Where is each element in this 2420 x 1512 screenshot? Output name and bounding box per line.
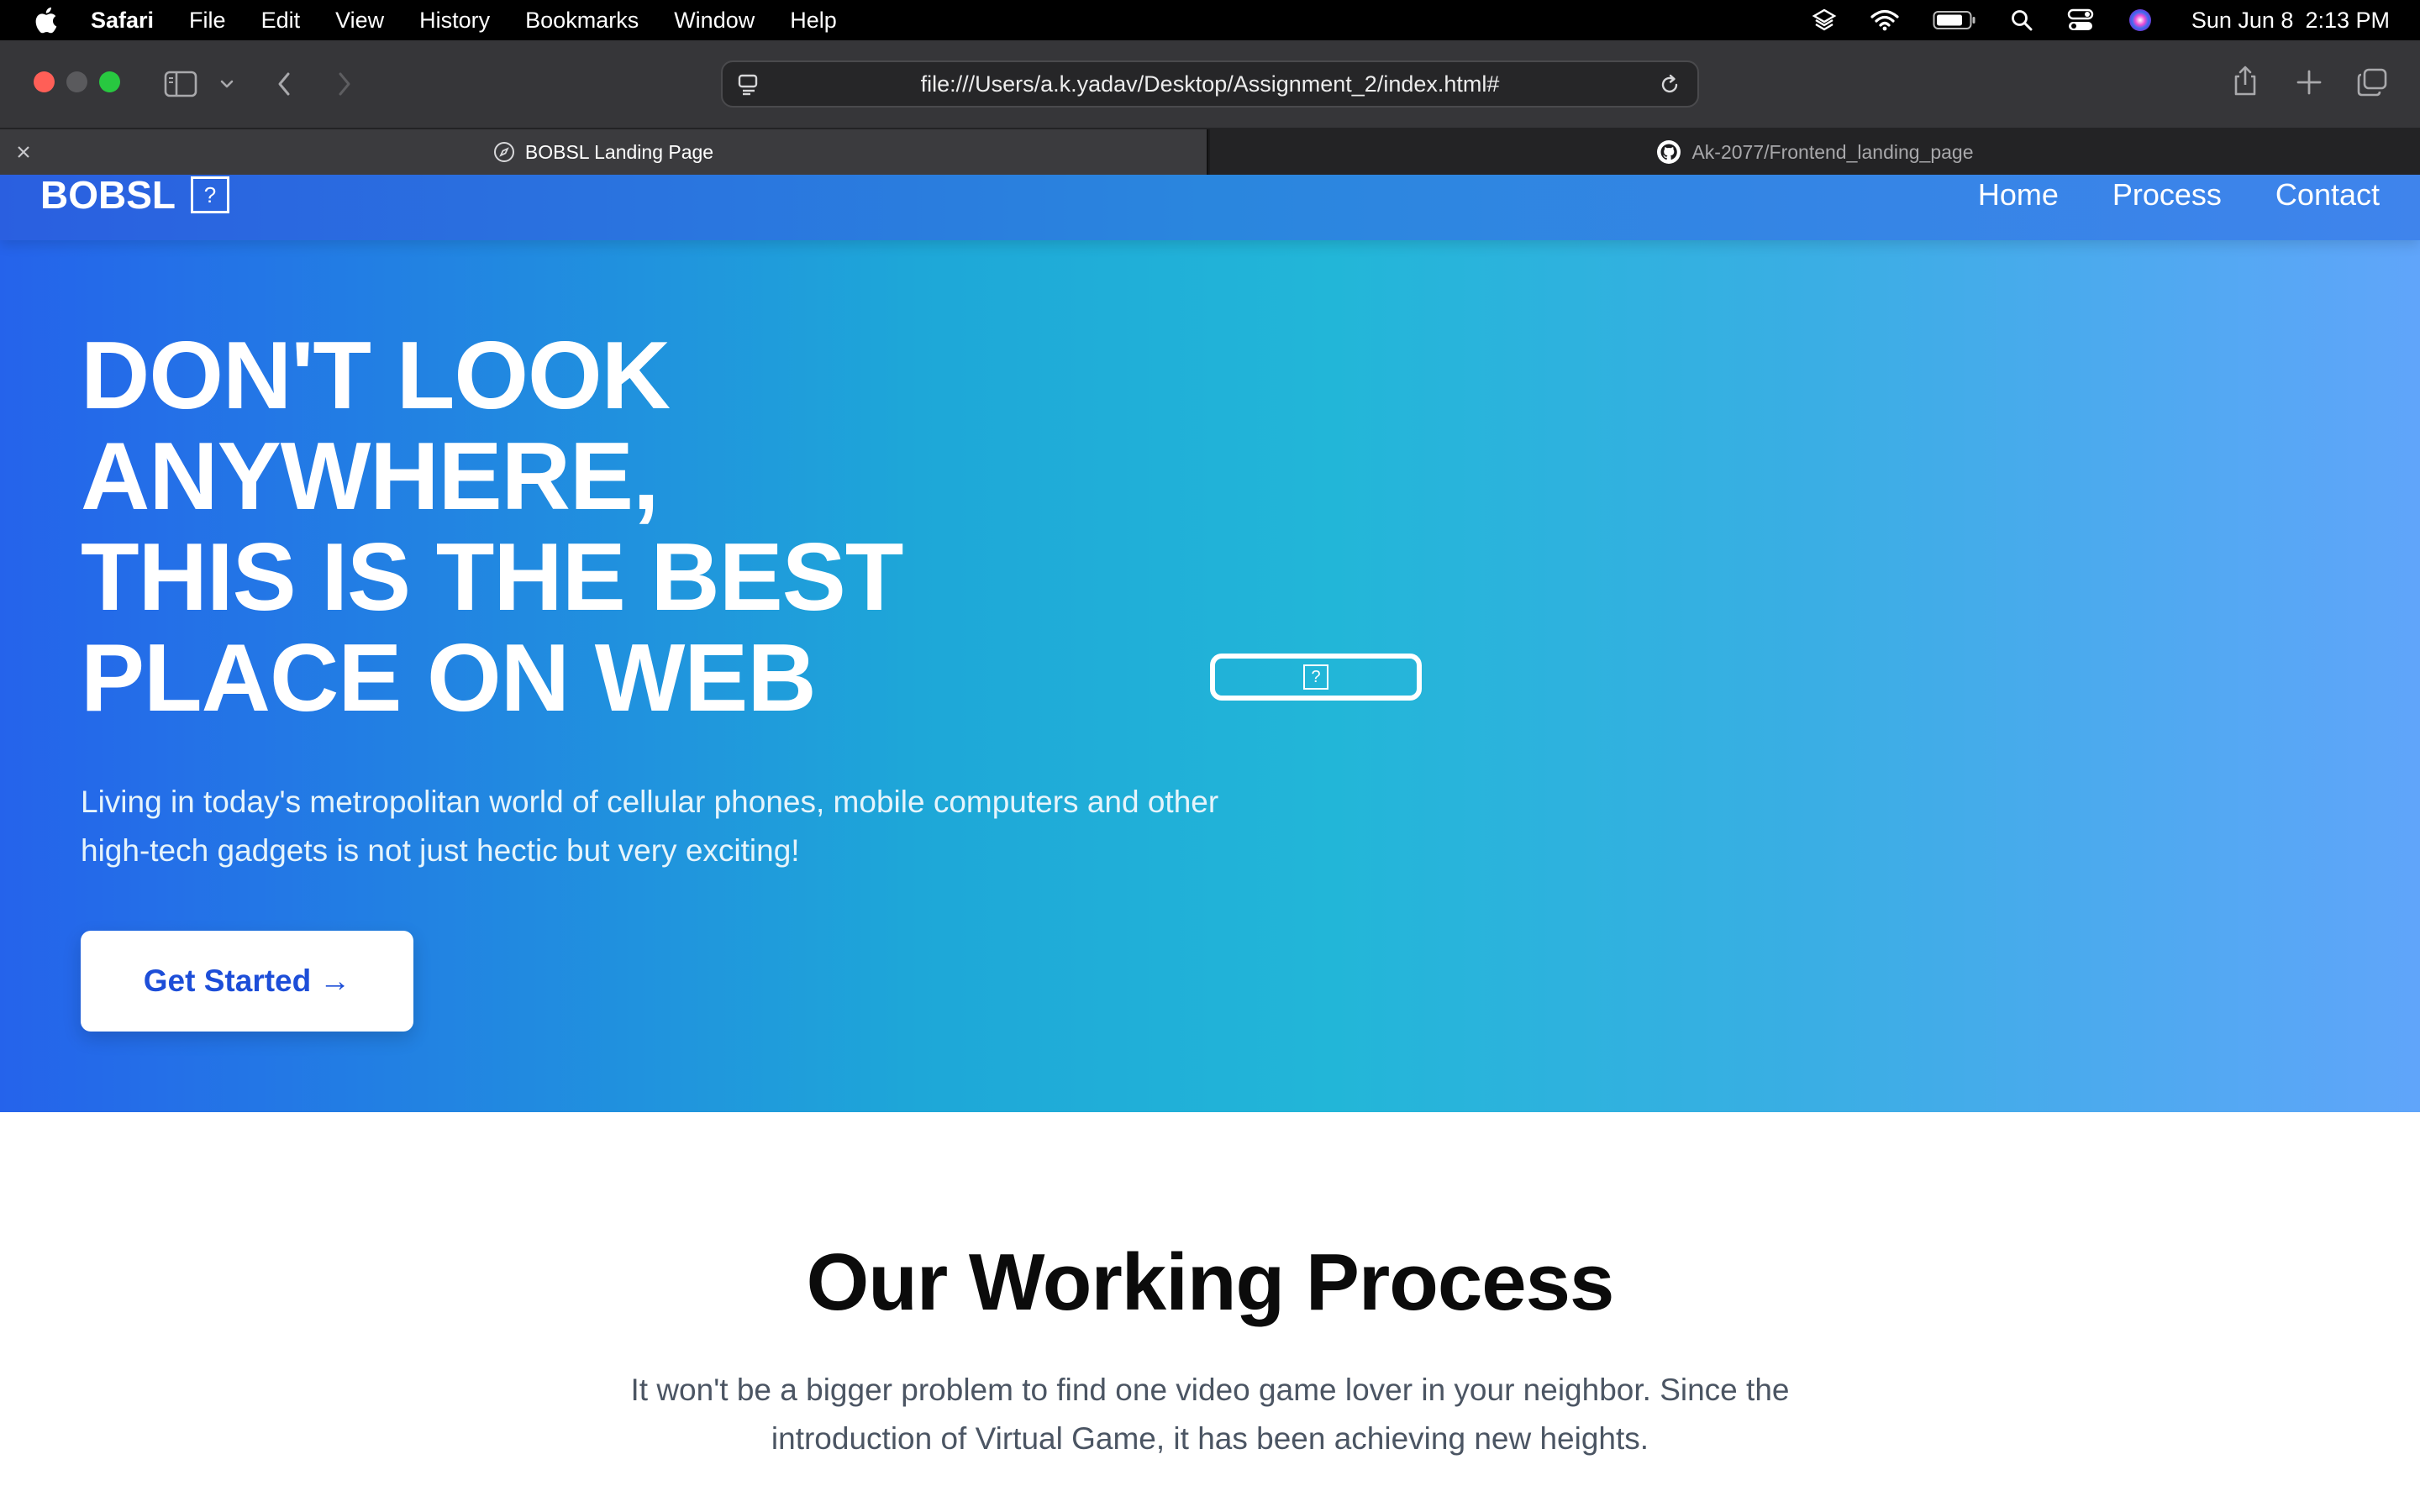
chevron-down-icon[interactable] xyxy=(217,74,237,94)
hero-section: BOBSL ? Home Process Contact DON'T LOOK … xyxy=(0,175,2420,1112)
headline-line: DON'T LOOK xyxy=(81,323,671,429)
nav-contact-link[interactable]: Contact xyxy=(2275,177,2380,213)
close-tab-icon[interactable] xyxy=(13,142,34,162)
tab-title: Ak-2077/Frontend_landing_page xyxy=(1691,140,1974,163)
layers-icon[interactable] xyxy=(1812,8,1837,33)
tab-overview-icon[interactable] xyxy=(2354,66,2390,99)
site-navbar: BOBSL ? Home Process Contact xyxy=(0,175,2420,240)
arrow-right-icon: → xyxy=(319,963,351,998)
process-section-description: It won't be a bigger problem to find one… xyxy=(630,1373,1790,1456)
siri-icon[interactable] xyxy=(2128,8,2153,33)
menu-file[interactable]: File xyxy=(189,8,226,34)
new-tab-icon[interactable] xyxy=(2292,66,2326,99)
tab-title: BOBSL Landing Page xyxy=(524,140,714,163)
zoom-window-button[interactable] xyxy=(99,71,120,92)
menubar-time: 2:13 PM xyxy=(2305,7,2390,33)
menu-window[interactable]: Window xyxy=(674,8,755,34)
headline-line: ANYWHERE, xyxy=(81,423,660,530)
broken-image-icon: ? xyxy=(191,176,229,213)
hero-image-placeholder: ? xyxy=(1210,654,1422,701)
reload-icon[interactable] xyxy=(1655,71,1684,99)
github-icon xyxy=(1656,139,1681,165)
get-started-label: Get Started xyxy=(143,963,312,998)
nav-home-link[interactable]: Home xyxy=(1978,177,2059,213)
web-page: BOBSL ? Home Process Contact DON'T LOOK … xyxy=(0,175,2420,1512)
apple-menu-icon[interactable] xyxy=(34,4,60,36)
headline-line: THIS IS THE BEST xyxy=(81,524,903,631)
back-icon[interactable] xyxy=(271,69,297,99)
menu-bookmarks[interactable]: Bookmarks xyxy=(525,8,639,34)
tab-bobsl-landing[interactable]: BOBSL Landing Page xyxy=(0,129,1208,175)
menubar-date: Sun Jun 8 xyxy=(2191,7,2294,33)
brand-logo[interactable]: BOBSL ? xyxy=(40,175,229,217)
tab-bar: BOBSL Landing Page Ak-2077/Frontend_land… xyxy=(0,129,2420,175)
browser-toolbar: file:///Users/a.k.yadav/Desktop/Assignme… xyxy=(0,40,2420,129)
window-controls xyxy=(34,71,132,92)
wifi-icon[interactable] xyxy=(1870,9,1899,31)
nav-process-link[interactable]: Process xyxy=(2112,177,2222,213)
close-window-button[interactable] xyxy=(34,71,55,92)
menu-help[interactable]: Help xyxy=(790,8,837,34)
compass-icon xyxy=(493,141,515,163)
battery-icon[interactable] xyxy=(1933,9,1976,31)
nav-links: Home Process Contact xyxy=(1924,177,2380,213)
sidebar-toggle-icon[interactable] xyxy=(163,68,198,100)
process-section-title: Our Working Process xyxy=(806,1237,1615,1327)
url-text[interactable]: file:///Users/a.k.yadav/Desktop/Assignme… xyxy=(723,62,1697,106)
search-icon[interactable] xyxy=(2010,8,2033,32)
menu-bar: Safari File Edit View History Bookmarks … xyxy=(0,0,2420,40)
address-bar[interactable]: file:///Users/a.k.yadav/Desktop/Assignme… xyxy=(721,60,1699,108)
tab-github-repo[interactable]: Ak-2077/Frontend_landing_page xyxy=(1210,129,2420,175)
control-center-icon[interactable] xyxy=(2067,8,2094,32)
get-started-button[interactable]: Get Started → xyxy=(81,931,413,1032)
minimize-window-button[interactable] xyxy=(66,71,87,92)
menu-history[interactable]: History xyxy=(419,8,490,34)
headline-line: PLACE ON WEB xyxy=(81,625,817,732)
broken-image-icon: ? xyxy=(1303,664,1328,690)
menu-edit[interactable]: Edit xyxy=(261,8,301,34)
menu-app-name[interactable]: Safari xyxy=(91,8,154,34)
hero-description: Living in today's metropolitan world of … xyxy=(81,785,1219,868)
forward-icon[interactable] xyxy=(331,69,358,99)
hero-headline: DON'T LOOK ANYWHERE, THIS IS THE BEST PL… xyxy=(81,323,903,732)
menu-view[interactable]: View xyxy=(335,8,384,34)
brand-name: BOBSL xyxy=(40,175,176,217)
share-icon[interactable] xyxy=(2230,62,2260,99)
menubar-clock[interactable]: Sun Jun 8 2:13 PM xyxy=(2191,8,2390,34)
